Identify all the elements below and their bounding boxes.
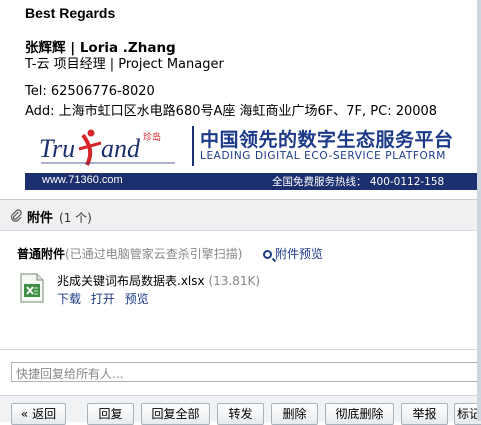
attachment-panel: 普通附件(已通过电脑管家云查杀引擎扫描) 附件预览 兆成关键词布局数据表.xls…: [0, 231, 481, 331]
open-link[interactable]: 打开: [91, 292, 115, 306]
forward-button[interactable]: 转发: [217, 403, 264, 425]
closing-text: Best Regards: [25, 5, 116, 21]
quick-reply-input[interactable]: 快捷回复给所有人...: [11, 362, 481, 382]
report-button[interactable]: 举报: [401, 403, 448, 425]
attachment-label: 附件: [27, 211, 54, 226]
sender-phone: Tel: 62506776-8020: [25, 84, 155, 99]
banner-divider: [192, 126, 194, 166]
back-button[interactable]: « 返回: [11, 403, 66, 425]
mail-toolbar: « 返回 回复 回复全部 转发 删除 彻底删除 举报 标记: [0, 395, 481, 425]
slogan-english: LEADING DIGITAL ECO-SERVICE PLATFORM: [200, 150, 446, 162]
attachment-header: 附件 (1 个): [0, 200, 481, 231]
download-link[interactable]: 下载: [57, 292, 81, 306]
company-banner: Tru and 珍岛 中国领先的数字生态服务平台 LEADING DIGITAL…: [25, 121, 477, 190]
quick-reply-area: 快捷回复给所有人...: [0, 349, 481, 396]
attachment-group-title: 普通附件(已通过电脑管家云查杀引擎扫描): [17, 245, 242, 262]
attachment-file-name: 兆成关键词布局数据表.xlsx: [57, 274, 205, 288]
paperclip-icon: [11, 209, 22, 222]
svg-text:珍岛: 珍岛: [143, 131, 161, 143]
email-signature: Best Regards 张辉辉 | Loria .Zhang T-云 项目经理…: [0, 0, 481, 200]
attachment-preview-link[interactable]: 附件预览: [263, 245, 323, 262]
delete-button[interactable]: 删除: [271, 403, 318, 425]
excel-file-icon[interactable]: [20, 273, 44, 303]
reply-button[interactable]: 回复: [87, 403, 134, 425]
svg-text:Tru: Tru: [39, 134, 75, 163]
truland-logo: Tru and 珍岛: [39, 129, 175, 166]
company-url[interactable]: www.71360.com: [42, 174, 123, 186]
attachment-count: (1 个): [59, 211, 92, 225]
delete-permanently-button[interactable]: 彻底删除: [325, 403, 394, 425]
attachment-file: 兆成关键词布局数据表.xlsx (13.81K): [57, 272, 260, 289]
attachment-file-size: (13.81K): [208, 274, 261, 288]
banner-contact-bar: www.71360.com 全国免费服务热线： 400-0112-158: [25, 173, 477, 190]
sender-title: T-云 项目经理 | Project Manager: [25, 57, 224, 72]
search-icon: [263, 250, 272, 259]
attachment-group-label: 普通附件: [17, 247, 66, 261]
svg-text:and: and: [101, 134, 141, 163]
attachment-actions: 下载 打开 预览: [57, 290, 155, 307]
right-scroll-edge[interactable]: [477, 0, 481, 421]
slogan-chinese: 中国领先的数字生态服务平台: [200, 129, 454, 151]
sender-address: Add: 上海市虹口区水电路680号A座 海虹商业广场6F、7F, PC: 20…: [25, 104, 438, 119]
reply-all-button[interactable]: 回复全部: [141, 403, 210, 425]
company-hotline: 全国免费服务热线： 400-0112-158: [272, 176, 445, 188]
preview-link[interactable]: 预览: [125, 292, 149, 306]
scan-note: (已通过电脑管家云查杀引擎扫描): [65, 247, 243, 261]
preview-link-label: 附件预览: [275, 247, 324, 261]
